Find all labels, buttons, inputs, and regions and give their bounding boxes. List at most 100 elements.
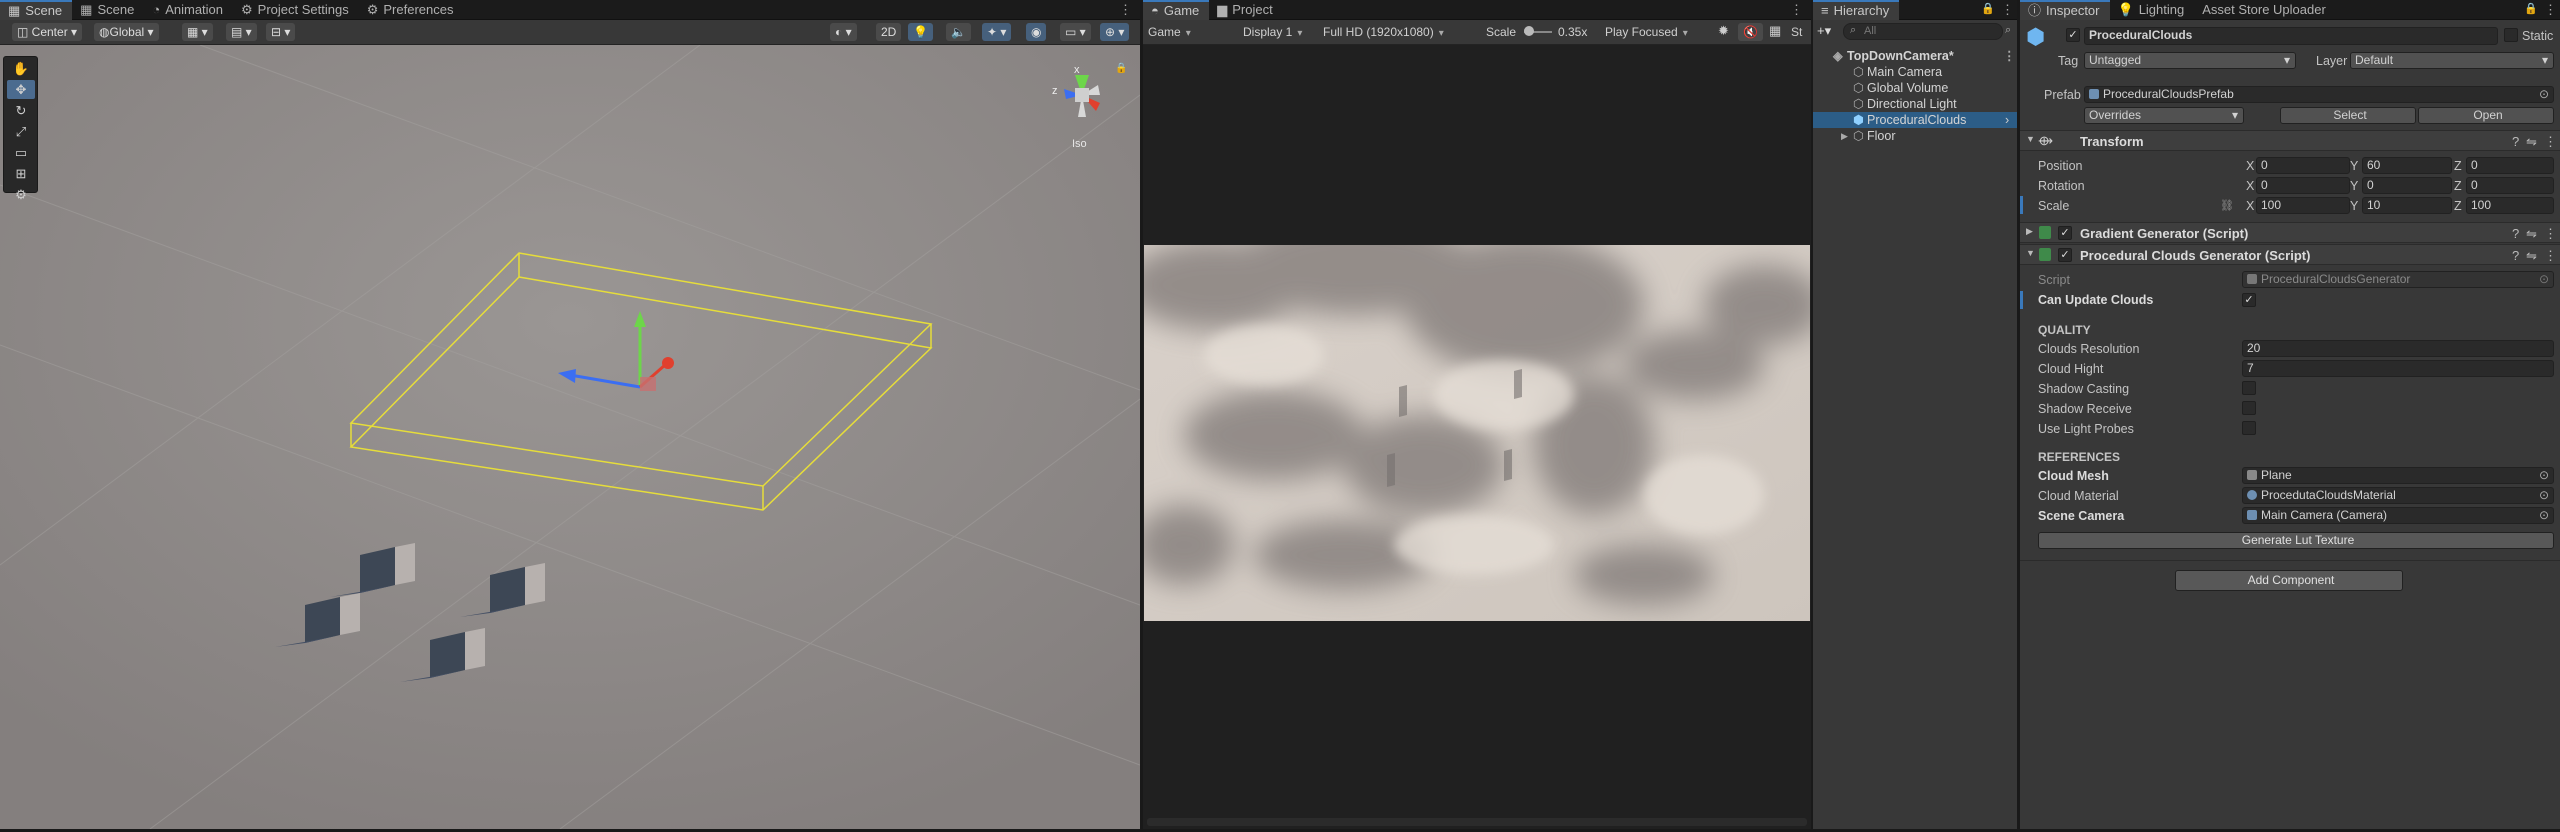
- cloud-height-field[interactable]: 7: [2242, 360, 2554, 377]
- gradient-generator-header[interactable]: ▶ ✓ Gradient Generator (Script) ? ⇋ ⋮: [2020, 222, 2560, 243]
- transform-header[interactable]: ▼ ⟴ Transform ? ⇋ ⋮: [2020, 130, 2560, 151]
- prefab-field[interactable]: ProceduralCloudsPrefab ⊙: [2084, 86, 2554, 103]
- rotation-x-field[interactable]: 0: [2256, 177, 2350, 194]
- object-picker-icon[interactable]: ⊙: [2539, 508, 2549, 523]
- chevron-right-icon[interactable]: ›: [2005, 112, 2009, 128]
- generate-lut-button[interactable]: Generate Lut Texture: [2038, 532, 2554, 549]
- game-render[interactable]: [1144, 245, 1810, 621]
- preset-icon[interactable]: ⇋: [2526, 248, 2537, 264]
- lock-icon[interactable]: 🔒: [2524, 2, 2538, 15]
- layer-dropdown[interactable]: Default ▾: [2350, 52, 2554, 69]
- resolution-dropdown[interactable]: Full HD (1920x1080): [1323, 23, 1444, 41]
- position-y-field[interactable]: 60: [2362, 157, 2452, 174]
- object-picker-icon[interactable]: ⊙: [2539, 87, 2549, 102]
- lock-icon[interactable]: 🔒: [1115, 62, 1127, 74]
- clouds-enabled-checkbox[interactable]: ✓: [2058, 248, 2072, 262]
- preset-icon[interactable]: ⇋: [2526, 226, 2537, 242]
- scale-y-field[interactable]: 10: [2362, 197, 2452, 214]
- scale-x-field[interactable]: 100: [2256, 197, 2350, 214]
- add-icon[interactable]: +▾: [1817, 23, 1831, 39]
- grid-toggle-button[interactable]: ▤ ▾: [226, 23, 257, 41]
- overrides-dropdown[interactable]: Overrides ▾: [2084, 107, 2244, 124]
- grid-snap-button[interactable]: ▦ ▾: [182, 23, 213, 41]
- object-picker-icon[interactable]: ⊙: [2539, 468, 2549, 483]
- static-checkbox[interactable]: [2504, 28, 2518, 42]
- select-button[interactable]: Select: [2280, 107, 2416, 124]
- tab-animation[interactable]: ◔ Animation: [144, 0, 233, 20]
- move-tool-icon[interactable]: ✥: [7, 80, 35, 99]
- hierarchy-item[interactable]: ⬡ Directional Light: [1813, 96, 2017, 112]
- shadow-receive-checkbox[interactable]: [2242, 401, 2256, 415]
- more-menu-icon[interactable]: ⋮: [2544, 134, 2557, 150]
- object-name-field[interactable]: ProceduralClouds: [2084, 27, 2498, 45]
- lock-icon[interactable]: 🔒: [1981, 2, 1995, 15]
- stats-button[interactable]: St: [1791, 23, 1802, 41]
- hierarchy-item[interactable]: ⬡ Main Camera: [1813, 64, 2017, 80]
- effects-toggle-icon[interactable]: ✦ ▾: [982, 23, 1012, 41]
- scale-slider-thumb[interactable]: [1524, 26, 1534, 36]
- collapse-arrow-icon[interactable]: ▼: [2026, 134, 2035, 144]
- tag-dropdown[interactable]: Untagged ▾: [2084, 52, 2296, 69]
- open-button[interactable]: Open: [2418, 107, 2554, 124]
- more-menu-icon[interactable]: ⋮: [1790, 2, 1803, 18]
- position-x-field[interactable]: 0: [2256, 157, 2350, 174]
- transform-tool-icon[interactable]: ⊞: [7, 164, 35, 183]
- light-probes-checkbox[interactable]: [2242, 421, 2256, 435]
- more-menu-icon[interactable]: ⋮: [2544, 2, 2557, 18]
- scale-z-field[interactable]: 100: [2466, 197, 2554, 214]
- help-icon[interactable]: ?: [2512, 226, 2519, 241]
- clouds-generator-header[interactable]: ▼ ✓ Procedural Clouds Generator (Script)…: [2020, 244, 2560, 265]
- camera-settings-icon[interactable]: ▭ ▾: [1060, 23, 1091, 41]
- projection-label[interactable]: Iso: [1072, 138, 1087, 150]
- clouds-resolution-field[interactable]: 20: [2242, 340, 2554, 357]
- tab-hierarchy[interactable]: ≡ Hierarchy: [1813, 0, 1900, 20]
- pivot-dropdown[interactable]: ◫ Center ▾: [12, 23, 83, 41]
- cloud-material-field[interactable]: ProcedutaCloudsMaterial ⊙: [2242, 487, 2554, 504]
- tab-scene[interactable]: ▦ Scene: [0, 0, 73, 20]
- object-picker-icon[interactable]: ⊙: [2539, 488, 2549, 503]
- hidden-objects-icon[interactable]: ◉: [1026, 23, 1047, 41]
- tab-project[interactable]: ▆ Project: [1209, 0, 1282, 20]
- bug-icon[interactable]: ✹: [1718, 23, 1729, 39]
- hierarchy-item[interactable]: ⬡ Global Volume: [1813, 80, 2017, 96]
- more-menu-icon[interactable]: ⋮: [2544, 248, 2557, 264]
- display-dropdown[interactable]: Display 1: [1243, 23, 1302, 41]
- scene-viewport[interactable]: x z Iso 🔒: [0, 44, 1141, 830]
- hierarchy-scene-root[interactable]: ◈ TopDownCamera* ⋮: [1813, 48, 2017, 64]
- gradient-enabled-checkbox[interactable]: ✓: [2058, 226, 2072, 240]
- search-options-icon[interactable]: ⌕: [2005, 24, 2011, 37]
- tab-game[interactable]: ◓ Game: [1143, 0, 1210, 20]
- horizontal-scrollbar[interactable]: [1147, 818, 1807, 826]
- cloud-mesh-field[interactable]: Plane ⊙: [2242, 467, 2554, 484]
- preset-icon[interactable]: ⇋: [2526, 134, 2537, 150]
- tab-project-settings[interactable]: ⚙ Project Settings: [233, 0, 359, 20]
- more-menu-icon[interactable]: ⋮: [2544, 226, 2557, 242]
- increment-snap-button[interactable]: ⊟ ▾: [266, 23, 296, 41]
- grid-icon[interactable]: ▦: [1769, 23, 1781, 39]
- rotation-y-field[interactable]: 0: [2362, 177, 2452, 194]
- link-icon[interactable]: ⛓: [2220, 199, 2234, 212]
- scene-camera-field[interactable]: Main Camera (Camera) ⊙: [2242, 507, 2554, 524]
- rotate-tool-icon[interactable]: ↻: [7, 101, 35, 120]
- lighting-toggle-icon[interactable]: 💡: [908, 23, 933, 41]
- can-update-checkbox[interactable]: ✓: [2242, 293, 2256, 307]
- hierarchy-search-input[interactable]: ⌕ All: [1843, 23, 2003, 40]
- help-icon[interactable]: ?: [2512, 134, 2519, 149]
- tab-inspector[interactable]: ⓘ Inspector: [2020, 0, 2110, 20]
- shadow-casting-checkbox[interactable]: [2242, 381, 2256, 395]
- draw-mode-button[interactable]: ◐ ▾: [830, 23, 857, 41]
- rotation-z-field[interactable]: 0: [2466, 177, 2554, 194]
- add-component-button[interactable]: Add Component: [2175, 570, 2403, 591]
- active-checkbox[interactable]: ✓: [2066, 28, 2080, 42]
- mode-2d-button[interactable]: 2D: [876, 23, 902, 41]
- audio-toggle-icon[interactable]: 🔈: [946, 23, 971, 41]
- expand-arrow-icon[interactable]: ▶: [1841, 128, 1848, 144]
- hand-tool-icon[interactable]: ✋: [7, 59, 35, 78]
- gizmos-button[interactable]: ⊕ ▾: [1100, 23, 1130, 41]
- tab-asset-store-uploader[interactable]: Asset Store Uploader: [2194, 0, 2336, 20]
- more-menu-icon[interactable]: ⋮: [2003, 48, 2016, 64]
- tab-lighting[interactable]: 💡 Lighting: [2110, 0, 2195, 20]
- expand-arrow-icon[interactable]: ▶: [2026, 226, 2033, 237]
- rect-tool-icon[interactable]: ▭: [7, 143, 35, 162]
- more-menu-icon[interactable]: ⋮: [2001, 2, 2014, 18]
